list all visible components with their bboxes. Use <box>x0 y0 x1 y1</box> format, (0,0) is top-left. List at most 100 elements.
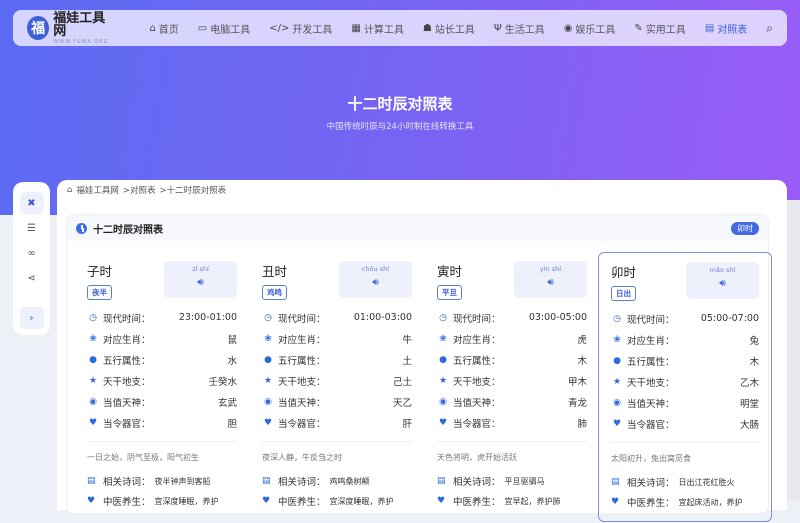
shichen-name: 卯时 <box>611 265 637 280</box>
value-stem: 甲木 <box>567 376 587 388</box>
label-stem: 天干地支： <box>103 376 151 388</box>
value-stem: 乙木 <box>739 377 759 389</box>
value-tcm: 宜深度睡眠，养护 <box>329 496 394 506</box>
nav-icon: Ψ <box>493 22 502 34</box>
divider <box>611 442 759 443</box>
alias-badge: 鸡鸣 <box>262 285 287 300</box>
paw-icon: ❀ <box>613 334 621 345</box>
shichen-card[interactable]: 丑时 鸡鸣 chǒu shí 🔊︎ ◷ 现代时间： 01:00-03:00 ❀ 对应生肖： 牛 ●… <box>254 253 420 523</box>
value-poem: 鸡鸣桑树颠 <box>329 476 370 486</box>
pinyin: yín shí <box>539 265 562 273</box>
pronounce-button[interactable]: chǒu shí 🔊︎ <box>339 261 412 298</box>
nav-item-8[interactable]: ▤ 对照表 <box>705 21 747 36</box>
label-god: 当值天神： <box>627 398 675 410</box>
search-icon[interactable]: ⌕ <box>766 21 773 36</box>
pronounce-button[interactable]: zǐ shí 🔊︎ <box>164 261 237 298</box>
value-poem: 日出江花红胜火 <box>678 477 735 487</box>
label-poem: 相关诗词： <box>627 478 675 489</box>
book-icon: ▤ <box>611 477 620 487</box>
heart-pulse-icon: ♥ <box>611 497 620 507</box>
nav-icon: ☗ <box>422 22 432 34</box>
pinyin: mǎo shí <box>709 266 736 274</box>
label-element: 五行属性： <box>453 355 501 367</box>
tools-icon[interactable]: ✖ <box>19 192 44 214</box>
label-organ: 当令器官： <box>453 418 501 430</box>
star-icon: ★ <box>612 376 622 387</box>
breadcrumb: ⌂ 福娃工具网 >对照表 >十二时辰对照表 <box>67 184 226 196</box>
speaker-icon: 🔊︎ <box>547 277 554 288</box>
fire-icon: ● <box>89 354 97 365</box>
nav-item-0[interactable]: ⌂ 首页 <box>149 21 178 36</box>
clock-icon: ◷ <box>439 312 447 323</box>
label-time: 现代时间： <box>103 313 151 325</box>
site-logo[interactable]: 福 福娃工具网 WWW.FUWA.ORG <box>27 12 113 45</box>
expand-chevron-icon[interactable]: › <box>19 307 44 329</box>
shichen-card[interactable]: 卯时 日出 mǎo shí 🔊︎ ◷ 现代时间： 05:00-07:00 ❀ 对应生肖： 兔 ● 五… <box>598 252 772 522</box>
scrollbar-track[interactable] <box>787 200 800 500</box>
nav-label: 娱乐工具 <box>575 24 616 36</box>
nav-icon: ▭ <box>197 22 208 34</box>
user-circle-icon: ◉ <box>89 396 97 407</box>
label-zodiac: 对应生肖： <box>627 335 675 347</box>
label-god: 当值天神： <box>453 397 501 409</box>
nav-icon: ✎ <box>634 22 643 34</box>
heart-pulse-icon: ♥ <box>612 418 622 429</box>
value-element: 水 <box>227 355 237 367</box>
pronounce-button[interactable]: yín shí 🔊︎ <box>514 261 587 298</box>
value-zodiac: 牛 <box>402 334 412 346</box>
nav-item-5[interactable]: Ψ 生活工具 <box>494 21 545 36</box>
shichen-card[interactable]: 子时 夜半 zǐ shí 🔊︎ ◷ 现代时间： 23:00-01:00 ❀ 对应生肖： 鼠 ● 五行… <box>79 253 245 523</box>
nav-item-4[interactable]: ☗ 站长工具 <box>423 21 475 36</box>
link-icon[interactable]: ∞ <box>20 242 44 264</box>
nav-label: 开发工具 <box>292 24 333 36</box>
pronounce-button[interactable]: mǎo shí 🔊︎ <box>686 262 759 299</box>
paw-icon: ❀ <box>264 333 272 344</box>
heart-pulse-icon: ♥ <box>87 496 96 506</box>
shichen-name: 丑时 <box>262 264 288 279</box>
description: 天色将明，虎开始活跃 <box>437 453 517 462</box>
breadcrumb-home[interactable]: 福娃工具网 <box>76 184 119 196</box>
divider <box>262 441 412 442</box>
value-element: 木 <box>749 356 759 368</box>
floating-sidebar: ✖ ☰ ∞ ⋖ › <box>13 182 50 335</box>
alias-badge: 平旦 <box>437 285 462 300</box>
value-god: 天乙 <box>392 397 412 409</box>
value-god: 明堂 <box>739 398 759 410</box>
nav-icon: </> <box>269 22 290 34</box>
value-organ: 胆 <box>227 418 237 430</box>
label-zodiac: 对应生肖： <box>278 334 326 346</box>
label-element: 五行属性： <box>278 355 326 367</box>
breadcrumb-category[interactable]: >对照表 <box>123 184 156 196</box>
home-icon: ⌂ <box>67 185 73 195</box>
share-icon[interactable]: ⋖ <box>20 267 44 289</box>
label-poem: 相关诗词： <box>453 477 501 488</box>
label-tcm: 中医养生： <box>103 497 151 508</box>
nav-item-1[interactable]: ▭ 电脑工具 <box>198 21 250 36</box>
label-god: 当值天神： <box>278 397 326 409</box>
list-icon[interactable]: ☰ <box>20 217 44 239</box>
value-god: 青龙 <box>567 397 587 409</box>
value-zodiac: 兔 <box>749 335 759 347</box>
main-content: ⌂ 福娃工具网 >对照表 >十二时辰对照表 十二时辰对照表 卯时 子时 夜半 zǐ… <box>57 180 787 522</box>
label-organ: 当令器官： <box>278 418 326 430</box>
label-tcm: 中医养生： <box>627 498 675 509</box>
fire-icon: ● <box>439 354 447 365</box>
nav-item-7[interactable]: ✎ 实用工具 <box>634 21 685 36</box>
nav-item-6[interactable]: ◉ 娱乐工具 <box>564 21 616 36</box>
value-tcm: 宜起床活动，养护 <box>678 497 743 507</box>
page-title: 十二时辰对照表 <box>347 95 453 113</box>
value-time: 03:00-05:00 <box>528 312 587 323</box>
star-icon: ★ <box>263 375 273 386</box>
shichen-card[interactable]: 寅时 平旦 yín shí 🔊︎ ◷ 现代时间： 03:00-05:00 ❀ 对应生肖： 虎 ● 五… <box>429 253 595 523</box>
nav-item-2[interactable]: </> 开发工具 <box>269 21 332 36</box>
alias-badge: 夜半 <box>87 285 112 300</box>
value-poem: 夜半钟声到客船 <box>154 476 211 486</box>
divider <box>87 441 237 442</box>
nav-label: 计算工具 <box>363 24 404 36</box>
clock-icon <box>76 222 87 234</box>
clock-icon: ◷ <box>264 312 272 323</box>
star-icon: ★ <box>438 375 448 386</box>
description: 太阳初升，兔出窝觅食 <box>611 454 691 463</box>
value-element: 木 <box>577 355 587 367</box>
nav-item-3[interactable]: ▦ 计算工具 <box>351 21 403 36</box>
